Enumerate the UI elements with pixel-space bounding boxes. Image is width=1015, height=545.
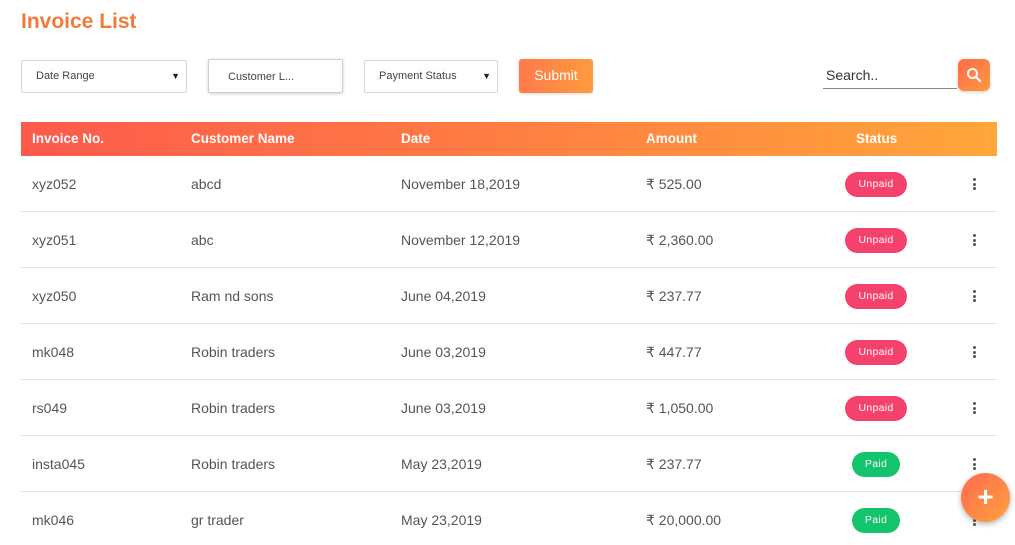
invoice-date: June 03,2019: [401, 400, 486, 416]
status-badge: Unpaid: [845, 284, 907, 309]
date-range-label: Date Range: [36, 70, 95, 82]
invoice-number: xyz051: [32, 232, 77, 248]
more-options-icon[interactable]: [971, 402, 977, 416]
invoice-table: Invoice No. Customer Name Date Amount St…: [21, 122, 997, 545]
header-date[interactable]: Date: [401, 122, 430, 156]
status-badge: Paid: [852, 508, 900, 533]
invoice-number: xyz050: [32, 288, 77, 304]
status-badge: Unpaid: [845, 340, 907, 365]
invoice-amount: ₹ 237.77: [646, 288, 702, 304]
search-button[interactable]: [958, 59, 990, 91]
invoice-amount: ₹ 2,360.00: [646, 232, 714, 248]
filter-bar: Date Range ▼ Customer L... Payment Statu…: [21, 59, 991, 93]
table-row[interactable]: insta045 Robin traders May 23,2019 ₹ 237.77…: [21, 436, 997, 492]
table-row[interactable]: xyz051 abc November 12,2019 ₹ 2,360.00 Unpai…: [21, 212, 997, 268]
table-row[interactable]: rs049 Robin traders June 03,2019 ₹ 1,050.00…: [21, 380, 997, 436]
more-options-icon[interactable]: [971, 178, 977, 192]
invoice-number: mk048: [32, 344, 75, 360]
more-options-icon[interactable]: [971, 234, 977, 248]
status-badge: Unpaid: [845, 396, 907, 421]
status-badge: Unpaid: [845, 172, 907, 197]
invoice-date: May 23,2019: [401, 512, 482, 528]
customer-name: abc: [191, 232, 214, 248]
header-amount[interactable]: Amount: [646, 122, 697, 156]
table-body: xyz052 abcd November 18,2019 ₹ 525.00 Unpaid…: [21, 156, 997, 545]
payment-status-label: Payment Status: [379, 70, 457, 82]
invoice-date: November 12,2019: [401, 232, 521, 248]
invoice-date: November 18,2019: [401, 176, 521, 192]
search-input[interactable]: [823, 62, 957, 89]
status-badge: Unpaid: [845, 228, 907, 253]
status-badge: Paid: [852, 452, 900, 477]
invoice-date: May 23,2019: [401, 456, 482, 472]
invoice-number: rs049: [32, 400, 68, 416]
customer-name: Robin traders: [191, 344, 276, 360]
invoice-amount: ₹ 447.77: [646, 344, 702, 360]
table-row[interactable]: mk048 Robin traders June 03,2019 ₹ 447.77 Un…: [21, 324, 997, 380]
invoice-amount: ₹ 20,000.00: [646, 512, 722, 528]
page-title: Invoice List: [21, 10, 137, 33]
invoice-amount: ₹ 237.77: [646, 456, 702, 472]
invoice-number: insta045: [32, 456, 85, 472]
header-status[interactable]: Status: [856, 122, 897, 156]
table-header: Invoice No. Customer Name Date Amount St…: [21, 122, 997, 156]
invoice-number: xyz052: [32, 176, 77, 192]
more-options-icon[interactable]: [971, 346, 977, 360]
invoice-number: mk046: [32, 512, 75, 528]
invoice-date: June 03,2019: [401, 344, 486, 360]
search-icon: [967, 68, 982, 83]
table-row[interactable]: xyz050 Ram nd sons June 04,2019 ₹ 237.77 Unp…: [21, 268, 997, 324]
customer-select[interactable]: Customer L...: [208, 59, 343, 93]
customer-label: Customer L...: [228, 71, 295, 83]
header-customer-name[interactable]: Customer Name: [191, 122, 295, 156]
customer-name: Robin traders: [191, 400, 276, 416]
invoice-amount: ₹ 1,050.00: [646, 400, 714, 416]
submit-button[interactable]: Submit: [519, 59, 593, 93]
more-options-icon[interactable]: [971, 290, 977, 304]
table-row[interactable]: mk046 gr trader May 23,2019 ₹ 20,000.00 Paid: [21, 492, 997, 545]
plus-icon: +: [977, 481, 994, 512]
customer-name: abcd: [191, 176, 222, 192]
header-invoice-no[interactable]: Invoice No.: [32, 122, 104, 156]
payment-status-select[interactable]: Payment Status ▼: [364, 60, 498, 93]
dropdown-arrow-icon: ▼: [482, 71, 491, 81]
customer-name: Ram nd sons: [191, 288, 274, 304]
customer-name: Robin traders: [191, 456, 276, 472]
more-options-icon[interactable]: [971, 458, 977, 472]
invoice-amount: ₹ 525.00: [646, 176, 702, 192]
add-invoice-button[interactable]: +: [961, 473, 1010, 522]
dropdown-arrow-icon: ▼: [171, 71, 180, 81]
date-range-select[interactable]: Date Range ▼: [21, 60, 187, 93]
table-row[interactable]: xyz052 abcd November 18,2019 ₹ 525.00 Unpaid: [21, 156, 997, 212]
invoice-date: June 04,2019: [401, 288, 486, 304]
customer-name: gr trader: [191, 512, 244, 528]
